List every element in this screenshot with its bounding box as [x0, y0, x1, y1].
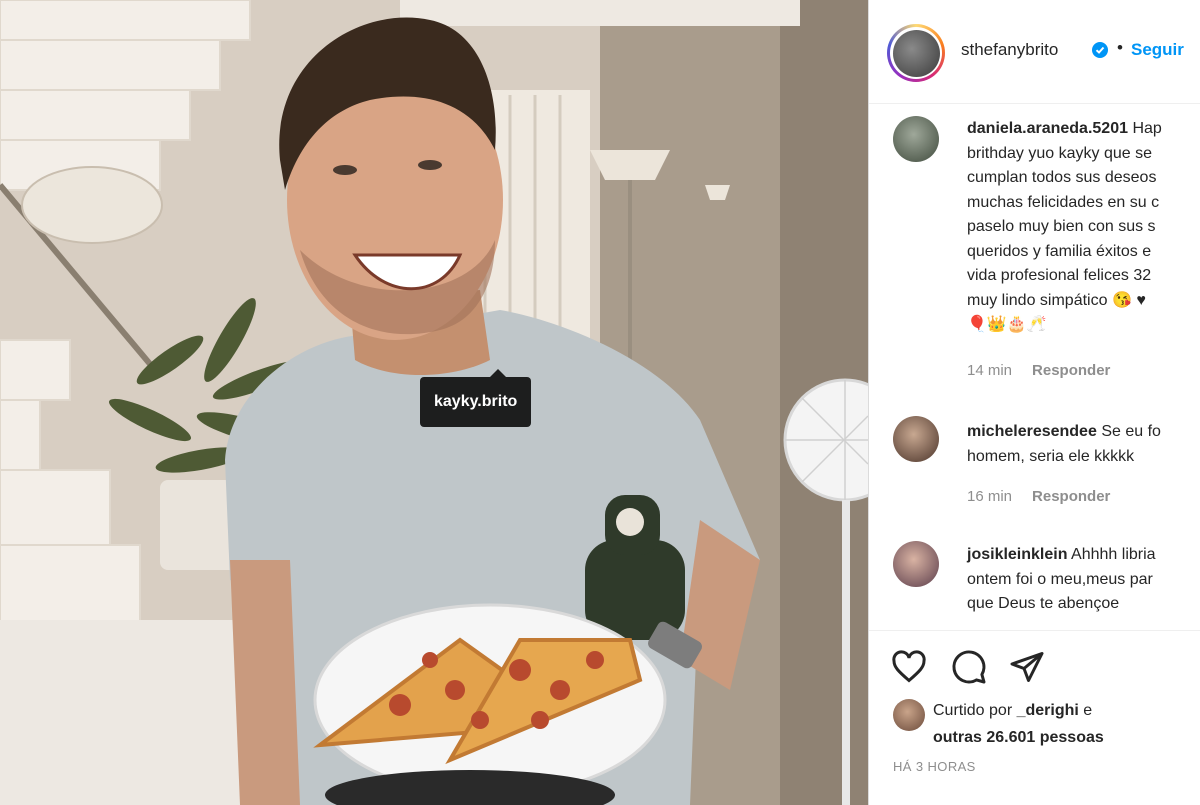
comment-line: muchas felicidades en su c	[967, 193, 1160, 211]
comment-line: Ahhhh libria	[1071, 546, 1156, 563]
likes-summary[interactable]: Curtido por _derighi e outras 26.601 pes…	[933, 697, 1104, 751]
comment-line: Hap	[1132, 120, 1162, 137]
comment-line: que Deus te abençoe	[967, 595, 1120, 612]
comment-text: daniela.araneda.5201 Hap brithday yuo ka…	[967, 117, 1200, 338]
heart-icon[interactable]	[891, 649, 927, 685]
comment-line: Se eu fo	[1101, 423, 1161, 440]
reply-button[interactable]: Responder	[1032, 362, 1110, 379]
header-separator: •	[1117, 38, 1123, 57]
comment-line: vida profesional felices 32	[967, 267, 1152, 284]
comment-line: homem, seria ele kkkkk	[967, 447, 1135, 465]
comment-meta: 16 min Responder	[967, 488, 1110, 505]
post-side-panel: sthefanybrito • Seguir daniela.araneda.5…	[868, 0, 1200, 805]
verified-badge-icon	[1092, 42, 1108, 58]
commenter-username[interactable]: josikleinklein	[967, 546, 1067, 563]
author-username[interactable]: sthefanybrito	[961, 40, 1058, 60]
comment-line: paselo muy bien con sus s	[967, 218, 1156, 235]
follow-button[interactable]: Seguir	[1131, 40, 1184, 60]
post-actions: Curtido por _derighi e outras 26.601 pes…	[869, 630, 1200, 805]
paper-plane-icon[interactable]	[1009, 649, 1045, 685]
instagram-post-view: kayky.brito sthefanybrito • Seguir danie…	[0, 0, 1200, 805]
commenter-username[interactable]: daniela.araneda.5201	[967, 120, 1128, 137]
post-header: sthefanybrito • Seguir	[869, 0, 1200, 104]
comment-line: ontem foi o meu,meus par	[967, 570, 1153, 588]
comment-line: cumplan todos sus deseos	[967, 169, 1157, 186]
comment-text: micheleresendee Se eu fo homem, seria el…	[967, 420, 1200, 469]
post-timestamp[interactable]: HÁ 3 HORAS	[893, 759, 976, 774]
comment-time: 16 min	[967, 488, 1013, 505]
user-tag[interactable]: kayky.brito	[420, 369, 532, 427]
liker-username[interactable]: _derighi	[1017, 702, 1079, 719]
likes-prefix: Curtido por	[933, 702, 1013, 719]
comment-line: queridos y familia éxitos e	[967, 242, 1152, 260]
reply-button[interactable]: Responder	[1032, 488, 1110, 505]
comment-text: josikleinklein Ahhhh libria ontem foi o …	[967, 543, 1200, 617]
comment-line: brithday yuo kayky que se	[967, 144, 1152, 162]
likes-conjunction: e	[1083, 702, 1093, 719]
commenter-avatar[interactable]	[893, 541, 939, 587]
commenter-avatar[interactable]	[893, 416, 939, 462]
comment-meta: 14 min Responder	[967, 362, 1110, 379]
comment-icon[interactable]	[951, 649, 987, 685]
commenter-avatar[interactable]	[893, 116, 939, 162]
liker-avatar[interactable]	[893, 699, 925, 731]
comment-time: 14 min	[967, 362, 1013, 379]
comment-line: muy lindo simpático 😘 ♥	[967, 291, 1146, 309]
comments-list[interactable]: daniela.araneda.5201 Hap brithday yuo ka…	[869, 104, 1200, 630]
commenter-username[interactable]: micheleresendee	[967, 423, 1097, 440]
comment-line: 🎈👑🎂🥂	[967, 316, 1047, 333]
likes-count[interactable]: outras 26.601 pessoas	[933, 729, 1104, 746]
author-avatar[interactable]	[887, 24, 945, 82]
post-photo[interactable]: kayky.brito	[0, 0, 868, 805]
